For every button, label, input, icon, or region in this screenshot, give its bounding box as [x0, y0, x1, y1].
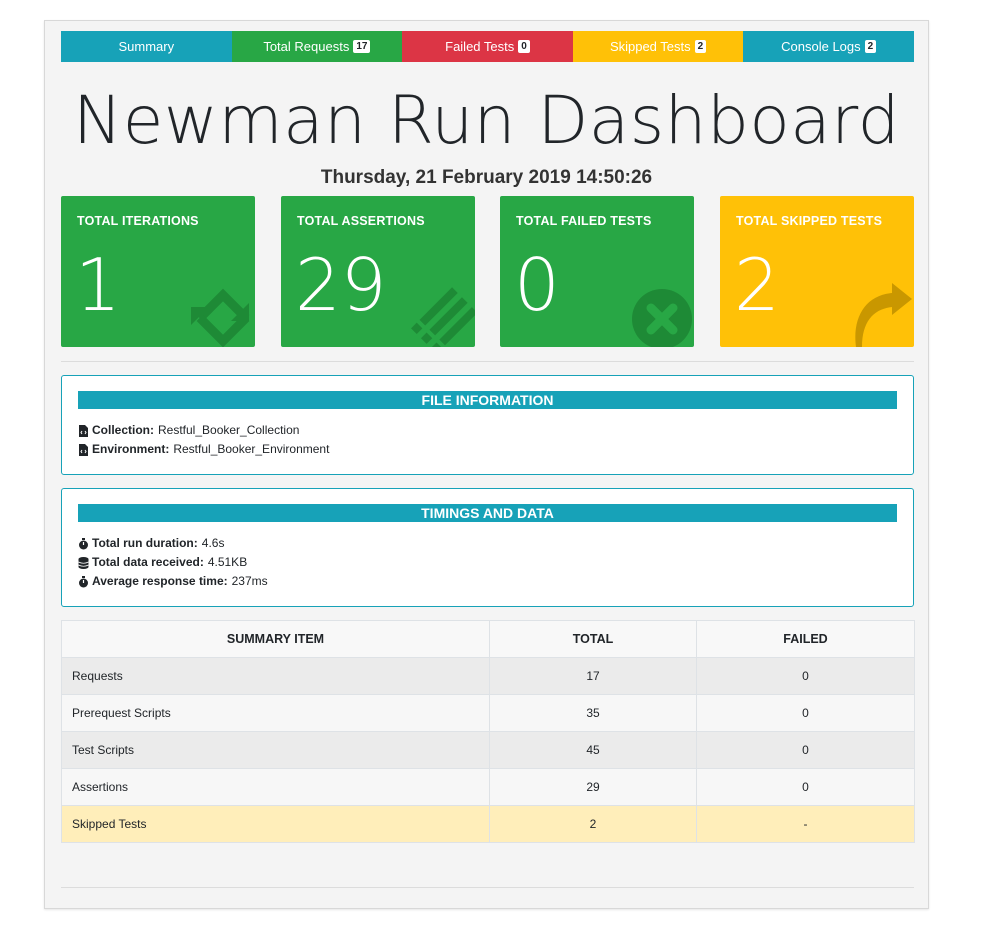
card-total-iterations-value: 1	[75, 243, 121, 327]
run-datetime: Thursday, 21 February 2019 14:50:26	[320, 167, 653, 188]
tab-console-logs-badge: 2	[864, 40, 877, 53]
card-total-iterations-label: TOTAL ITERATIONS	[77, 214, 199, 228]
card-total-assertions-label: TOTAL ASSERTIONS	[297, 214, 425, 228]
card-total-failed-tests-value: 0	[514, 243, 560, 327]
page-title: Newman Run Dashboard	[72, 82, 901, 159]
row-total: 35	[489, 694, 697, 732]
file-information-heading: FILE INFORMATION	[78, 391, 897, 409]
row-item: Test Scripts	[61, 731, 490, 769]
tab-total-requests[interactable]: Total Requests 17	[231, 31, 403, 62]
summary-table: SUMMARY ITEM TOTAL FAILED Requests 17 0 …	[61, 620, 915, 843]
environment-key: Environment:	[92, 442, 170, 456]
tab-total-requests-label: Total Requests	[263, 39, 350, 54]
row-item: Assertions	[61, 768, 490, 806]
tab-skipped-tests-badge: 2	[694, 40, 707, 53]
avg-response-row: Average response time: 237ms	[78, 572, 268, 591]
row-failed: 0	[696, 657, 915, 695]
tab-failed-tests-badge: 0	[518, 40, 530, 53]
file-information-panel: FILE INFORMATION Collection: Restful_Boo…	[61, 375, 914, 475]
card-total-assertions: TOTAL ASSERTIONS 29	[281, 196, 475, 347]
tab-failed-tests-label: Failed Tests	[445, 39, 515, 54]
table-row: Skipped Tests 2 -	[61, 805, 915, 843]
row-item: Skipped Tests	[61, 805, 490, 843]
card-total-failed-tests: TOTAL FAILED TESTS 0	[500, 196, 694, 347]
row-failed: -	[696, 805, 915, 843]
times-circle-icon	[632, 289, 692, 347]
row-total: 29	[489, 768, 697, 806]
avg-response-key: Average response time:	[92, 574, 228, 588]
card-total-skipped-tests-value: 2	[734, 243, 780, 327]
card-total-iterations: TOTAL ITERATIONS 1	[61, 196, 255, 347]
row-failed: 0	[696, 694, 915, 732]
environment-value: Restful_Booker_Environment	[173, 442, 330, 456]
dashboard-container: Summary Total Requests 17 Failed Tests 0…	[44, 20, 929, 909]
database-icon	[78, 556, 89, 569]
file-code-icon	[79, 424, 88, 437]
table-row: Requests 17 0	[61, 657, 915, 695]
tab-console-logs-label: Console Logs	[781, 39, 861, 54]
card-total-skipped-tests: TOTAL SKIPPED TESTS 2	[720, 196, 914, 347]
stopwatch-icon	[79, 537, 88, 549]
duration-value: 4.6s	[201, 536, 225, 550]
timings-heading: TIMINGS AND DATA	[78, 504, 897, 522]
tab-failed-tests[interactable]: Failed Tests 0	[402, 31, 573, 62]
timings-panel: TIMINGS AND DATA Total run duration: 4.6…	[61, 488, 914, 607]
footer-divider	[61, 887, 914, 888]
stopwatch-icon	[79, 575, 88, 587]
header-summary-item: SUMMARY ITEM	[61, 620, 490, 658]
table-row: Test Scripts 45 0	[61, 731, 915, 769]
data-received-key: Total data received:	[92, 555, 204, 569]
duration-key: Total run duration:	[92, 536, 198, 550]
tab-total-requests-badge: 17	[353, 40, 371, 53]
row-total: 17	[489, 657, 697, 695]
header-failed: FAILED	[696, 620, 915, 658]
tab-summary-label: Summary	[118, 39, 175, 54]
divider	[61, 361, 914, 362]
data-received-value: 4.51KB	[207, 555, 248, 569]
environment-row: Environment: Restful_Booker_Environment	[78, 440, 329, 459]
data-received-row: Total data received: 4.51KB	[78, 553, 268, 572]
row-failed: 0	[696, 768, 915, 806]
tab-skipped-tests-label: Skipped Tests	[609, 39, 691, 54]
tab-bar: Summary Total Requests 17 Failed Tests 0…	[61, 31, 914, 62]
sync-icon	[191, 288, 250, 347]
card-total-failed-tests-label: TOTAL FAILED TESTS	[516, 214, 652, 228]
share-arrow-icon	[855, 283, 912, 347]
collection-row: Collection: Restful_Booker_Collection	[78, 421, 329, 440]
header-total: TOTAL	[489, 620, 697, 658]
row-failed: 0	[696, 731, 915, 769]
collection-key: Collection:	[92, 423, 154, 437]
card-total-skipped-tests-label: TOTAL SKIPPED TESTS	[736, 214, 883, 228]
tab-console-logs[interactable]: Console Logs 2	[743, 31, 914, 62]
tab-skipped-tests[interactable]: Skipped Tests 2	[572, 31, 744, 62]
row-item: Prerequest Scripts	[61, 694, 490, 732]
row-total: 2	[489, 805, 697, 843]
duration-row: Total run duration: 4.6s	[78, 534, 268, 553]
table-row: Prerequest Scripts 35 0	[61, 694, 915, 732]
list-icon	[411, 287, 475, 347]
tab-summary[interactable]: Summary	[61, 31, 232, 62]
table-row: Assertions 29 0	[61, 768, 915, 806]
row-item: Requests	[61, 657, 490, 695]
avg-response-value: 237ms	[231, 574, 268, 588]
stats-cards: TOTAL ITERATIONS 1 TOTAL ASSERTIONS 29 T…	[61, 196, 914, 348]
summary-header-row: SUMMARY ITEM TOTAL FAILED	[61, 620, 915, 658]
card-total-assertions-value: 29	[295, 243, 387, 327]
file-code-icon	[79, 443, 88, 456]
collection-value: Restful_Booker_Collection	[158, 423, 300, 437]
row-total: 45	[489, 731, 697, 769]
